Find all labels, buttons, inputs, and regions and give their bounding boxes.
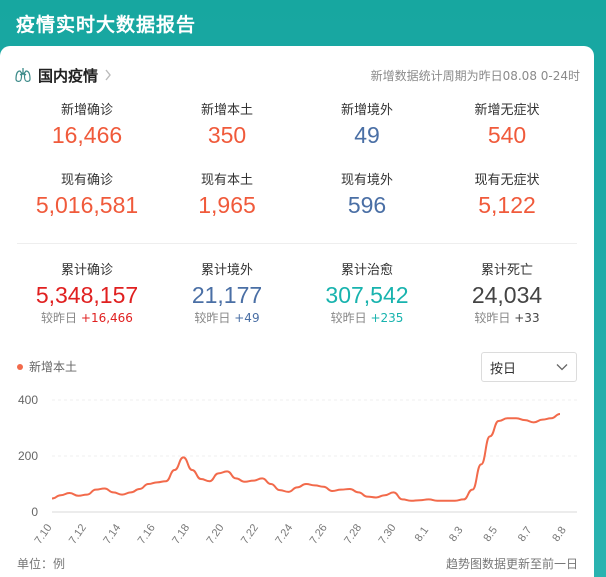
chart-legend: 新增本土	[17, 358, 77, 375]
stat-value: 540	[487, 122, 527, 148]
x-tick-label: 7.16	[136, 522, 158, 546]
delta-prefix: 较昨日	[41, 311, 78, 325]
x-tick-label: 8.5	[481, 525, 500, 544]
y-tick-label: 400	[18, 393, 38, 407]
x-tick-label: 7.12	[67, 522, 89, 546]
delta-value: +235	[370, 311, 404, 325]
stat-delta: 较昨日 +49	[157, 310, 297, 326]
x-tick-label: 8.1	[413, 525, 432, 544]
stat-total-deaths: 累计死亡 24,034 较昨日 +33	[437, 262, 577, 326]
delta-prefix: 较昨日	[330, 311, 367, 325]
stat-label: 新增本土	[200, 103, 253, 118]
stat-delta: 较昨日 +16,466	[17, 310, 157, 326]
x-tick-label: 7.14	[101, 522, 123, 546]
x-tick-label: 7.10	[32, 522, 54, 546]
trend-chart: 0 200 400 7.10 7.12 7.14 7.16 7.18 7.20 7.22 7.24 7…	[18, 393, 577, 546]
x-tick-label: 8.7	[516, 525, 535, 544]
x-tick-label: 7.28	[342, 522, 364, 546]
stat-total-imported: 累计境外 21,177 较昨日 +49	[157, 262, 297, 326]
lungs-icon	[15, 68, 31, 82]
stat-delta: 较昨日 +235	[297, 310, 437, 326]
legend-label: 新增本土	[29, 360, 78, 374]
app-header: 疫情实时大数据报告	[0, 0, 606, 46]
x-tick-label: 7.20	[204, 522, 226, 546]
stat-value: 16,466	[51, 122, 123, 148]
granularity-select[interactable]: 按日	[481, 352, 577, 382]
stat-label: 累计确诊	[60, 263, 113, 278]
legend-dot	[17, 363, 23, 370]
stat-value: 21,177	[191, 282, 263, 308]
section-title: 国内疫情	[38, 66, 99, 85]
delta-prefix: 较昨日	[194, 311, 231, 325]
current-stats-row: 现有确诊 5,016,581 现有本土 1,965 现有境外 596 现有无症状…	[0, 172, 594, 220]
stat-value: 1,965	[198, 192, 256, 218]
stat-current-local: 现有本土 1,965	[157, 172, 297, 220]
stat-total-cured: 累计治愈 307,542 较昨日 +235	[297, 262, 437, 326]
stat-label: 新增确诊	[60, 103, 113, 118]
stat-label: 现有确诊	[60, 173, 113, 188]
stat-value: 307,542	[325, 282, 409, 308]
select-value: 按日	[490, 361, 517, 377]
x-tick-label: 7.24	[273, 522, 295, 546]
period-note: 新增数据统计周期为昨日08.08 0-24时	[370, 68, 580, 83]
stat-new-local: 新增本土 350	[157, 102, 297, 150]
delta-value: +49	[234, 311, 260, 325]
x-tick-label: 8.3	[447, 525, 466, 544]
update-note: 趋势图数据更新至前一日	[445, 557, 578, 571]
stat-value: 49	[354, 122, 380, 148]
stat-label: 现有本土	[200, 173, 253, 188]
stat-value: 5,122	[478, 192, 536, 218]
y-tick-label: 200	[18, 449, 38, 463]
stat-label: 累计境外	[200, 263, 253, 278]
stat-value: 24,034	[471, 282, 543, 308]
divider	[17, 243, 577, 244]
chevron-down-icon	[556, 364, 568, 371]
x-tick-label: 7.18	[170, 522, 192, 546]
delta-prefix: 较昨日	[474, 311, 511, 325]
stat-label: 累计治愈	[340, 263, 393, 278]
cumulative-stats-row: 累计确诊 5,348,157 较昨日 +16,466 累计境外 21,177 较…	[0, 262, 594, 326]
stat-label: 累计死亡	[480, 263, 533, 278]
stat-new-imported: 新增境外 49	[297, 102, 437, 150]
stat-current-asymptomatic: 现有无症状 5,122	[437, 172, 577, 220]
y-tick-label: 0	[31, 505, 38, 519]
stat-label: 现有无症状	[474, 173, 540, 188]
x-tick-label: 8.8	[550, 525, 569, 544]
series-line-new-local	[51, 413, 561, 502]
stat-current-confirmed: 现有确诊 5,016,581	[17, 172, 157, 220]
stat-value: 5,016,581	[35, 192, 139, 218]
section-header[interactable]: 国内疫情 新增数据统计周期为昨日08.08 0-24时	[14, 64, 580, 86]
stat-value: 596	[347, 192, 387, 218]
unit-label: 单位：例	[17, 557, 66, 571]
stat-label: 新增无症状	[474, 103, 540, 118]
stat-value: 5,348,157	[35, 282, 139, 308]
stat-value: 350	[207, 122, 247, 148]
stat-label: 现有境外	[340, 173, 393, 188]
stat-total-confirmed: 累计确诊 5,348,157 较昨日 +16,466	[17, 262, 157, 326]
new-stats-row: 新增确诊 16,466 新增本土 350 新增境外 49 新增无症状 540	[0, 102, 594, 150]
x-tick-label: 7.30	[376, 522, 398, 546]
x-tick-label: 7.26	[308, 522, 330, 546]
stats-card: 国内疫情 新增数据统计周期为昨日08.08 0-24时 新增确诊 16,466 …	[0, 46, 594, 577]
chevron-right-icon	[105, 69, 111, 81]
stat-delta: 较昨日 +33	[437, 310, 577, 326]
stat-current-imported: 现有境外 596	[297, 172, 437, 220]
x-tick-label: 7.22	[239, 522, 261, 546]
stat-new-asymptomatic: 新增无症状 540	[437, 102, 577, 150]
stat-label: 新增境外	[340, 103, 393, 118]
delta-value: +16,466	[80, 311, 133, 325]
stat-new-confirmed: 新增确诊 16,466	[17, 102, 157, 150]
page-title: 疫情实时大数据报告	[16, 13, 197, 36]
delta-value: +33	[514, 311, 540, 325]
